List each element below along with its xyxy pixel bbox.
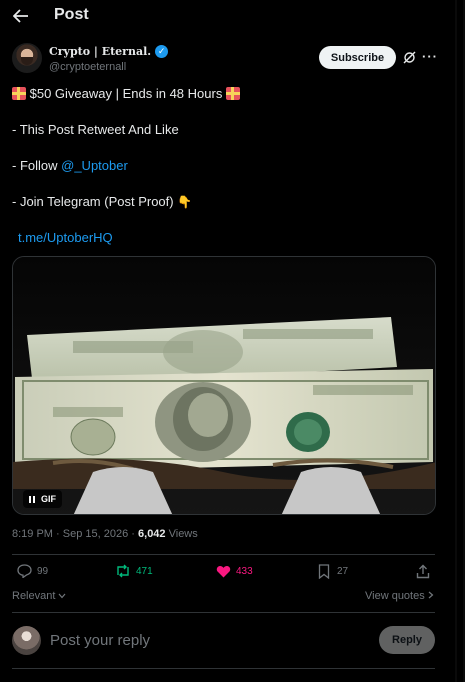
- reply-composer: Post your reply Reply: [12, 624, 435, 658]
- pause-icon[interactable]: [29, 495, 35, 503]
- action-bar: 99 471 433 27: [12, 563, 435, 583]
- reply-count: 99: [37, 565, 49, 577]
- bookmark-count: 27: [337, 565, 349, 577]
- gif-badge[interactable]: GIF: [23, 490, 62, 508]
- share-icon: [415, 563, 431, 579]
- relevant-label: Relevant: [12, 590, 56, 602]
- back-button[interactable]: [11, 6, 31, 26]
- like-count: 433: [236, 565, 253, 577]
- meta-separator: ·: [131, 528, 139, 540]
- pointing-down-icon: 👇: [177, 195, 193, 209]
- like-action[interactable]: 433: [215, 563, 253, 579]
- post-line-5: t.me/UptoberHQ: [18, 229, 113, 247]
- gif-label: GIF: [41, 494, 56, 504]
- chevron-right-icon: [428, 591, 434, 599]
- view-quotes-label: View quotes: [365, 590, 425, 602]
- giveaway-text: $50 Giveaway | Ends in 48 Hours: [29, 86, 223, 101]
- repost-icon: [115, 563, 131, 579]
- post-author: Crypto | Eternal. ✓ @cryptoeternall Subs…: [12, 43, 450, 77]
- post-meta: 8:19 PM · Sep 15, 2026 · 6,042 Views: [12, 528, 198, 540]
- meta-separator: ·: [56, 528, 63, 540]
- bookmark-icon: [316, 563, 332, 579]
- user-avatar[interactable]: [12, 626, 41, 655]
- divider: [12, 668, 435, 669]
- telegram-text: - Join Telegram (Post Proof): [12, 194, 174, 209]
- author-name-row: Crypto | Eternal. ✓: [49, 45, 169, 58]
- telegram-link[interactable]: t.me/UptoberHQ: [18, 230, 113, 245]
- reply-button[interactable]: Reply: [379, 626, 435, 654]
- post-line-2: - This Post Retweet And Like: [12, 122, 179, 137]
- bookmark-action[interactable]: 27: [316, 563, 348, 579]
- reply-input[interactable]: Post your reply: [50, 632, 150, 649]
- money-gif-image: [13, 257, 435, 514]
- gif-media[interactable]: GIF: [12, 256, 436, 515]
- post-line-3: - Follow @_Uptober: [12, 157, 128, 175]
- views-label: Views: [168, 528, 198, 540]
- chevron-down-icon: [59, 593, 66, 599]
- view-quotes-link[interactable]: View quotes: [365, 590, 434, 602]
- sort-relevant-dropdown[interactable]: Relevant: [12, 590, 66, 602]
- mention-link[interactable]: @_Uptober: [61, 158, 128, 173]
- repost-action[interactable]: 471: [115, 563, 153, 579]
- subscribe-button[interactable]: Subscribe: [319, 46, 396, 69]
- grok-icon[interactable]: [402, 50, 416, 64]
- divider: [12, 612, 435, 613]
- verified-badge-icon: ✓: [155, 45, 169, 58]
- reply-icon: [16, 563, 32, 579]
- follow-text: - Follow: [12, 158, 62, 173]
- arrow-left-icon: [13, 9, 28, 23]
- gift-icon: [225, 87, 240, 100]
- scrollbar[interactable]: [455, 0, 465, 682]
- top-header: Post: [0, 0, 450, 32]
- author-name[interactable]: Crypto | Eternal.: [49, 45, 151, 58]
- post-line-1: $50 Giveaway | Ends in 48 Hours: [12, 85, 240, 103]
- post-line-4: - Join Telegram (Post Proof) 👇: [12, 193, 192, 211]
- page-title: Post: [54, 6, 89, 23]
- post-date[interactable]: Sep 15, 2026: [63, 528, 128, 540]
- divider: [12, 554, 435, 555]
- reply-action[interactable]: 99: [16, 563, 48, 579]
- author-avatar[interactable]: [12, 43, 42, 73]
- views-count: 6,042: [138, 528, 166, 540]
- gift-icon: [12, 87, 26, 100]
- repost-count: 471: [136, 565, 153, 577]
- more-options-icon[interactable]: ···: [422, 48, 438, 64]
- post-time[interactable]: 8:19 PM: [12, 528, 53, 540]
- author-handle[interactable]: @cryptoeternall: [49, 61, 126, 73]
- share-action[interactable]: [415, 563, 431, 579]
- heart-icon: [215, 563, 231, 579]
